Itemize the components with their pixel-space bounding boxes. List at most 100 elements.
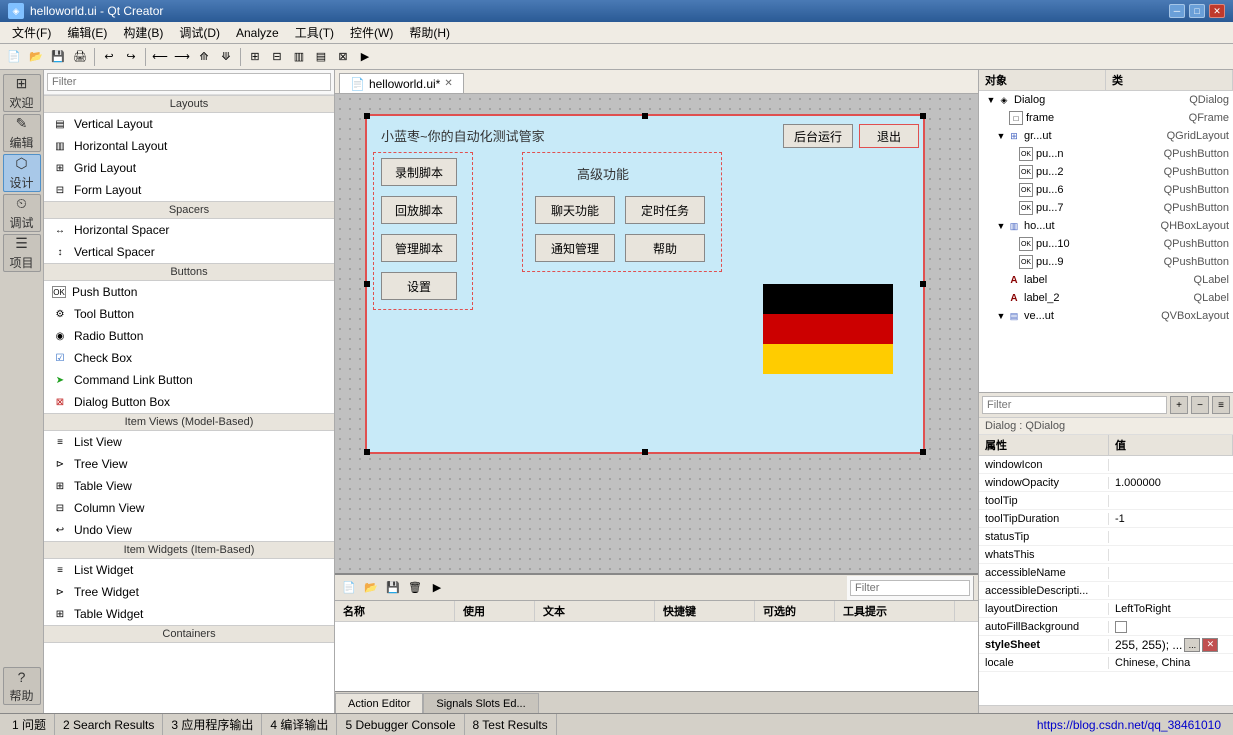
tab-close-btn[interactable]: ✕ [444,78,452,89]
widget-grid-layout[interactable]: ⊞ Grid Layout [44,157,334,179]
tree-row-push6[interactable]: OK pu...6 QPushButton [979,181,1233,199]
toolbar-align-right[interactable]: ⟶ [172,47,192,67]
toolbar-new[interactable]: 📄 [4,47,24,67]
tree-row-frame[interactable]: □ frame QFrame [979,109,1233,127]
toolbar-undo[interactable]: ↩ [99,47,119,67]
menu-widgets[interactable]: 控件(W) [342,22,401,43]
widget-list-widget[interactable]: ≡ List Widget [44,559,334,581]
action-run[interactable]: ▶ [427,578,447,598]
toolbar-align-bottom[interactable]: ⟱ [216,47,236,67]
maximize-button[interactable]: □ [1189,4,1205,18]
props-filter-input[interactable] [982,396,1167,414]
tree-row-push10[interactable]: OK pu...10 QPushButton [979,235,1233,253]
toolbar-align-left[interactable]: ⟵ [150,47,170,67]
design-canvas[interactable]: 小蓝枣~你的自动化测试管家 后台运行 退出 录制脚本 回放脚本 [335,94,978,573]
status-app-output[interactable]: 3 应用程序输出 [163,714,262,735]
tree-row-dialog[interactable]: ▼ ◈ Dialog QDialog [979,91,1233,109]
tree-row-push1[interactable]: OK pu...n QPushButton [979,145,1233,163]
widget-table-view[interactable]: ⊞ Table View [44,475,334,497]
prop-autoFillBackground[interactable]: autoFillBackground [979,618,1233,636]
sidebar-help[interactable]: ? 帮助 [3,667,41,705]
status-compile-output[interactable]: 4 编译输出 [262,714,337,735]
ui-btn-backend[interactable]: 后台运行 [783,124,853,148]
sidebar-design[interactable]: ⬡ 设计 [3,154,41,192]
status-link[interactable]: https://blog.csdn.net/qq_38461010 [1029,718,1229,732]
sidebar-edit[interactable]: ✎ 编辑 [3,114,41,152]
props-remove-btn[interactable]: − [1191,396,1209,414]
ui-btn-exit[interactable]: 退出 [859,124,919,148]
prop-accessibleDesc[interactable]: accessibleDescripti... [979,582,1233,600]
sidebar-welcome[interactable]: ⊞ 欢迎 [3,74,41,112]
menu-debug[interactable]: 调试(D) [171,22,228,43]
menu-tools[interactable]: 工具(T) [287,22,342,43]
prop-styleSheet[interactable]: styleSheet 255, 255); ... ... ✕ [979,636,1233,654]
action-delete[interactable]: 🗑 [405,578,425,598]
menu-edit[interactable]: 编辑(E) [59,22,115,43]
tab-signals-slots[interactable]: Signals Slots Ed... [423,693,538,713]
widget-list-view[interactable]: ≡ List View [44,431,334,453]
toolbar-print[interactable]: 🖨 [70,47,90,67]
prop-layoutDirection[interactable]: layoutDirection LeftToRight [979,600,1233,618]
widget-vertical-spacer[interactable]: ↕ Vertical Spacer [44,241,334,263]
tree-row-push7[interactable]: OK pu...7 QPushButton [979,199,1233,217]
toolbar-break[interactable]: ⊠ [333,47,353,67]
widget-horizontal-layout[interactable]: ▥ Horizontal Layout [44,135,334,157]
prop-whatsThis[interactable]: whatsThis [979,546,1233,564]
prop-accessibleName[interactable]: accessibleName [979,564,1233,582]
ui-frame[interactable]: 小蓝枣~你的自动化测试管家 后台运行 退出 录制脚本 回放脚本 [365,114,925,454]
auto-fill-checkbox[interactable] [1115,621,1127,633]
status-problems[interactable]: 1 问题 [4,714,55,735]
widget-push-button[interactable]: OK Push Button [44,281,334,303]
toolbar-preview[interactable]: ▶ [355,47,375,67]
widget-tree-widget[interactable]: ⊳ Tree Widget [44,581,334,603]
status-debugger[interactable]: 5 Debugger Console [337,714,464,735]
widget-column-view[interactable]: ⊟ Column View [44,497,334,519]
props-scrollbar-h[interactable] [979,705,1233,713]
action-new[interactable]: 📄 [339,578,359,598]
tree-row-label2[interactable]: A label_2 QLabel [979,289,1233,307]
widget-dialog-button-box[interactable]: ⊠ Dialog Button Box [44,391,334,413]
toolbar-form[interactable]: ⊟ [267,47,287,67]
menu-build[interactable]: 构建(B) [115,22,171,43]
minimize-button[interactable]: ─ [1169,4,1185,18]
toolbar-vbox[interactable]: ▤ [311,47,331,67]
sidebar-debug[interactable]: ⏲ 调试 [3,194,41,232]
widget-table-widget[interactable]: ⊞ Table Widget [44,603,334,625]
tree-row-hboxlayout[interactable]: ▼ ▥ ho...ut QHBoxLayout [979,217,1233,235]
widget-horizontal-spacer[interactable]: ↔ Horizontal Spacer [44,219,334,241]
expand-hbox[interactable]: ▼ [995,221,1007,231]
stylesheet-edit-btn[interactable]: ... [1184,638,1200,652]
prop-windowOpacity[interactable]: windowOpacity 1.000000 [979,474,1233,492]
action-save[interactable]: 💾 [383,578,403,598]
expand-dialog[interactable]: ▼ [985,95,997,105]
action-filter-input[interactable] [850,580,970,596]
action-open[interactable]: 📂 [361,578,381,598]
menu-file[interactable]: 文件(F) [4,22,59,43]
status-test[interactable]: 8 Test Results [465,714,557,735]
expand-vbox[interactable]: ▼ [995,311,1007,321]
tree-row-push9[interactable]: OK pu...9 QPushButton [979,253,1233,271]
widget-radio-button[interactable]: ◉ Radio Button [44,325,334,347]
widget-vertical-layout[interactable]: ▤ Vertical Layout [44,113,334,135]
stylesheet-reset-btn[interactable]: ✕ [1202,638,1218,652]
toolbar-save[interactable]: 💾 [48,47,68,67]
expand-grid[interactable]: ▼ [995,131,1007,141]
close-button[interactable]: ✕ [1209,4,1225,18]
tree-row-vboxlayout[interactable]: ▼ ▤ ve...ut QVBoxLayout [979,307,1233,325]
prop-windowIcon[interactable]: windowIcon [979,456,1233,474]
props-config-btn[interactable]: ≡ [1212,396,1230,414]
toolbar-hbox[interactable]: ▥ [289,47,309,67]
menu-analyze[interactable]: Analyze [228,24,287,42]
tree-row-push2[interactable]: OK pu...2 QPushButton [979,163,1233,181]
tree-row-label[interactable]: A label QLabel [979,271,1233,289]
prop-locale[interactable]: locale Chinese, China [979,654,1233,672]
toolbar-open[interactable]: 📂 [26,47,46,67]
status-search[interactable]: 2 Search Results [55,714,163,735]
tab-action-editor[interactable]: Action Editor [335,693,423,713]
widget-command-link-button[interactable]: ➤ Command Link Button [44,369,334,391]
toolbar-align-top[interactable]: ⟰ [194,47,214,67]
widget-tool-button[interactable]: ⚙ Tool Button [44,303,334,325]
widget-filter-input[interactable] [47,73,331,91]
widget-check-box[interactable]: ☑ Check Box [44,347,334,369]
sidebar-projects[interactable]: ☰ 项目 [3,234,41,272]
